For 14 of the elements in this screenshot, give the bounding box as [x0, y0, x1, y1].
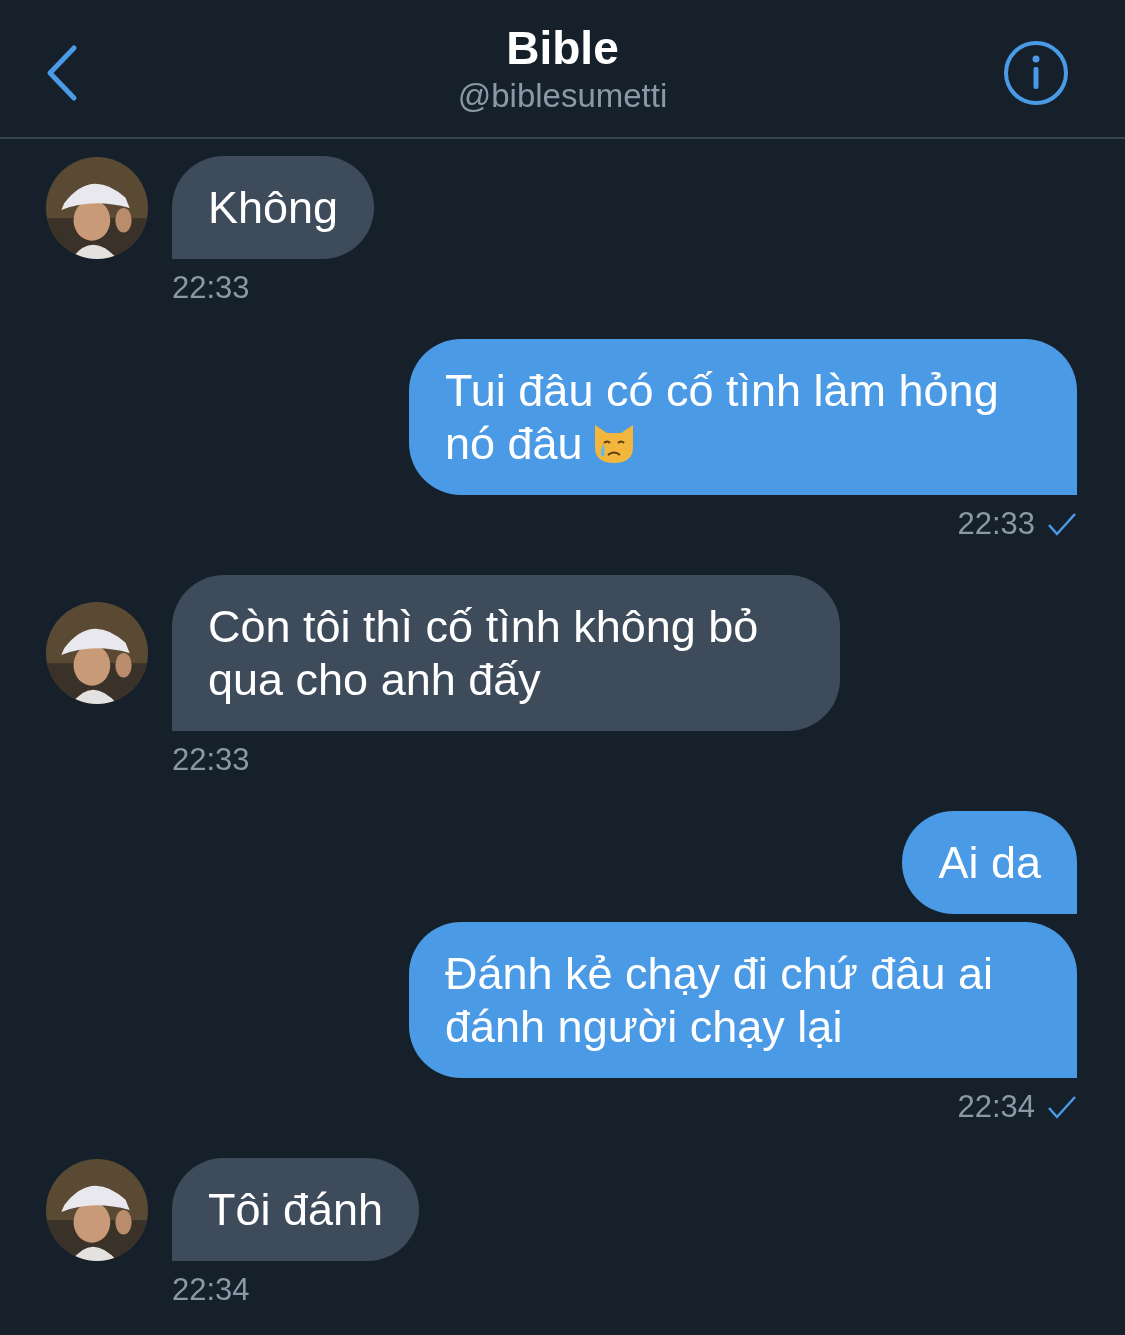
info-icon[interactable] [1003, 40, 1069, 106]
message-time: 22:34 [957, 1090, 1035, 1124]
message-bubble: Tui đâu có cố tình làm hỏng nó đâu [409, 339, 1077, 495]
message-bubble: Ai da [902, 811, 1077, 914]
user-handle: @biblesumetti [457, 75, 668, 116]
message-bubble: Tôi đánh [172, 1158, 420, 1261]
message-time: 22:33 [172, 743, 250, 777]
message-time: 22:33 [172, 271, 250, 305]
message-bubble: Đánh kẻ chạy đi chứ đâu ai đánh người chạy lại [409, 922, 1077, 1078]
conversation-title: Bible [506, 20, 619, 75]
message-time: 22:33 [957, 507, 1035, 541]
message-bubble: Không [172, 156, 375, 259]
message-bubble: Còn tôi thì cố tình không bỏ qua cho anh đấy [172, 575, 840, 731]
message-time: 22:34 [172, 1273, 250, 1307]
